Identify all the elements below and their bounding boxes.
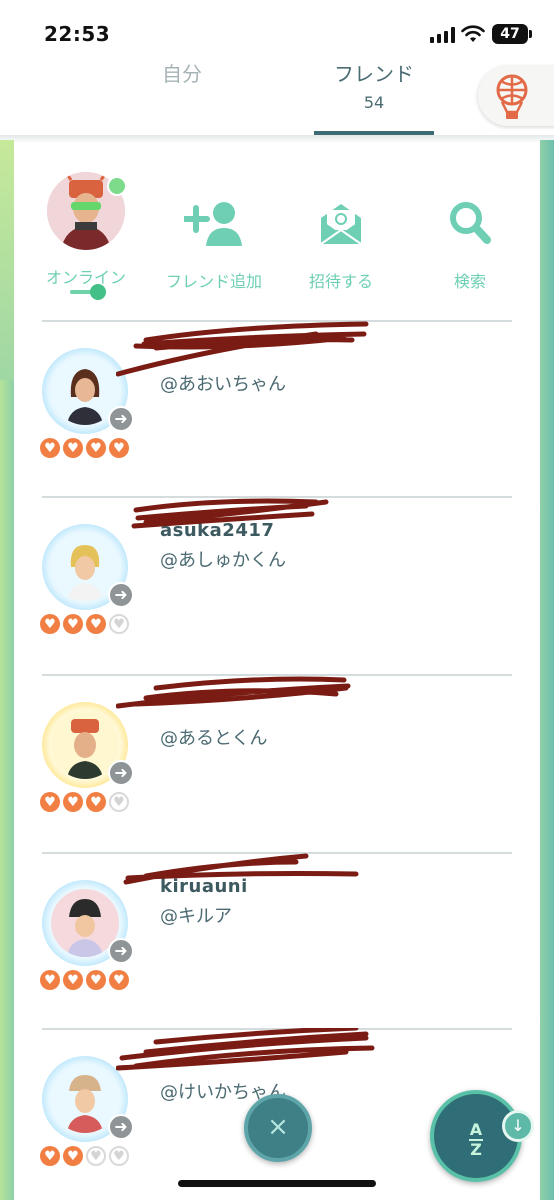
tab-self-label: 自分 [162,62,202,86]
online-indicator [107,176,127,196]
balloon-button[interactable] [478,66,554,126]
heart-icon: ♥ [109,792,129,812]
friendship-hearts: ♥ ♥ ♥ ♥ [40,614,129,634]
heart-icon: ♥ [40,970,60,990]
signal-icon [430,27,456,43]
status-time: 22:53 [44,22,111,46]
tab-friends[interactable]: フレンド 54 [314,58,434,112]
heart-icon: ♥ [86,970,106,990]
friendship-hearts: ♥ ♥ ♥ ♥ [40,970,129,990]
invite-mail-icon [311,200,371,248]
toggle-knob [90,284,106,300]
friendship-hearts: ♥ ♥ ♥ ♥ [40,438,129,458]
friend-avatar-frame: ➜ [42,702,134,788]
search-label: 検索 [453,272,486,291]
add-friend-button[interactable]: フレンド追加 [156,160,272,292]
friend-row[interactable]: ➜ ♥ ♥ ♥ ♥ @あおいちゃん [38,321,518,498]
search-button[interactable]: 検索 [430,160,510,292]
trainer-name: kiruauni [160,876,248,897]
frame-right [540,140,554,1200]
friend-nickname: @あるとくん [160,728,268,749]
heart-icon: ♥ [63,438,83,458]
invite-label: 招待する [308,272,373,291]
divider [42,320,512,322]
heart-icon: ♥ [109,1146,129,1166]
balloon-icon [496,74,528,119]
arrow-right-icon[interactable]: ➜ [108,1114,134,1140]
search-icon [440,200,500,248]
arrow-right-icon[interactable]: ➜ [108,406,134,432]
close-button[interactable]: × [244,1094,312,1162]
invite-button[interactable]: 招待する [298,160,384,292]
friend-row[interactable]: ➜ ♥ ♥ ♥ ♥ @あるとくん [38,676,518,852]
friendship-hearts: ♥ ♥ ♥ ♥ [40,1146,129,1166]
divider [42,1028,512,1030]
heart-icon: ♥ [86,792,106,812]
arrow-right-icon[interactable]: ➜ [108,760,134,786]
close-icon: × [267,1112,289,1142]
divider [42,852,512,854]
heart-icon: ♥ [86,438,106,458]
heart-icon: ♥ [63,614,83,634]
add-friend-label: フレンド追加 [165,272,262,291]
tab-self[interactable]: 自分 [130,58,234,87]
trainer-name: asuka2417 [160,520,275,541]
battery-icon: 47 [492,24,528,44]
frame-left-top [0,140,14,380]
heart-icon: ♥ [40,614,60,634]
friend-avatar-frame: ➜ [42,1056,134,1142]
heart-icon: ♥ [63,792,83,812]
heart-icon: ♥ [109,614,129,634]
friend-avatar-frame: ➜ [42,524,134,610]
friend-nickname: @キルア [160,906,232,927]
header-shadow [0,135,554,143]
add-friend-icon [182,200,244,248]
heart-icon: ♥ [40,1146,60,1166]
online-toggle[interactable] [70,284,106,300]
divider [42,496,512,498]
friend-nickname: @あおいちゃん [160,374,286,395]
friend-nickname: @あしゅかくん [160,550,286,571]
arrow-right-icon[interactable]: ➜ [108,582,134,608]
heart-icon: ♥ [40,438,60,458]
heart-icon: ♥ [40,792,60,812]
friendship-hearts: ♥ ♥ ♥ ♥ [40,792,129,812]
heart-icon: ♥ [63,970,83,990]
heart-icon: ♥ [63,1146,83,1166]
heart-icon: ♥ [86,614,106,634]
sort-label-z: Z [470,1140,482,1159]
battery-tip [529,30,532,38]
heart-icon: ♥ [109,970,129,990]
divider [42,674,512,676]
friend-row[interactable]: ➜ ♥ ♥ ♥ ♥ asuka2417 @あしゅかくん [38,498,518,674]
wifi-icon [461,25,485,42]
status-bar: 22:53 47 [0,0,554,60]
home-indicator [178,1180,376,1187]
heart-icon: ♥ [86,1146,106,1166]
heart-icon: ♥ [109,438,129,458]
friend-avatar-frame: ➜ [42,880,134,966]
tab-friends-label: フレンド [334,62,414,86]
arrow-right-icon[interactable]: ➜ [108,938,134,964]
sort-direction-icon[interactable]: ↓ [502,1110,534,1142]
friend-count: 54 [363,93,385,112]
friend-avatar-frame: ➜ [42,348,134,434]
friend-row[interactable]: ➜ ♥ ♥ ♥ ♥ kiruauni @キルア [38,853,518,1030]
